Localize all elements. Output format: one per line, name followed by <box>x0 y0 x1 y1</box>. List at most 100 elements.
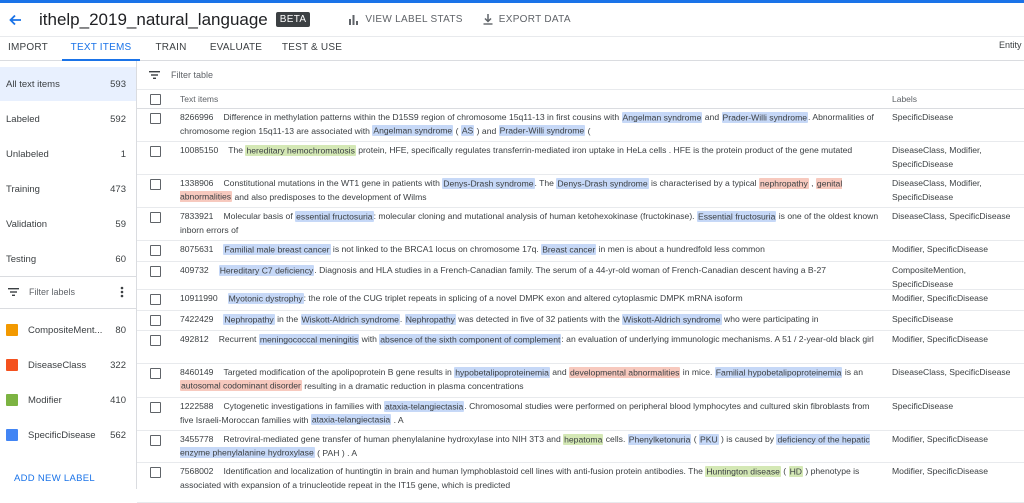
tab-train[interactable]: TRAIN <box>146 37 196 61</box>
filter-all-text-items[interactable]: All text items 593 <box>0 67 136 101</box>
entity-annotation[interactable]: Angelman syndrome <box>372 125 454 136</box>
filter-unlabeled[interactable]: Unlabeled 1 <box>0 137 136 171</box>
table-row[interactable]: 8460149 Targeted modification of the apol… <box>137 364 1024 398</box>
row-labels: Modifier, SpecificDisease <box>892 293 989 303</box>
entity-annotation[interactable]: Huntington disease <box>705 465 781 477</box>
row-checkbox[interactable] <box>150 435 161 446</box>
entity-annotation[interactable]: Denys-Drash syndrome <box>442 177 535 189</box>
tab-test-and-use[interactable]: TEST & USE <box>278 37 346 61</box>
entity-annotation[interactable]: Familial hypobetalipoproteinemia <box>714 366 843 378</box>
row-checkbox[interactable] <box>150 368 161 379</box>
entity-annotation[interactable]: Familial male breast cancer <box>223 243 331 255</box>
label-item-specificdisease[interactable]: SpecificDisease 562 <box>0 418 136 452</box>
text-segment: ( <box>453 125 461 136</box>
filter-labeled[interactable]: Labeled 592 <box>0 102 136 136</box>
tab-import[interactable]: IMPORT <box>0 37 56 61</box>
filter-testing[interactable]: Testing 60 <box>0 242 136 276</box>
entity-annotation[interactable]: hereditary hemochromatosis <box>245 144 356 156</box>
table-row[interactable]: 3455778 Retroviral-mediated gene transfer… <box>137 431 1024 463</box>
filter-labels-bar[interactable]: Filter labels <box>0 277 136 307</box>
entity-annotation[interactable]: Denys-Drash syndrome <box>556 177 649 189</box>
label-name: CompositeMent... <box>28 324 103 336</box>
text-segment: . A <box>391 414 404 425</box>
entity-annotation[interactable]: Wiskott-Aldrich syndrome <box>622 313 722 325</box>
entity-annotation[interactable]: nephropathy <box>758 177 809 189</box>
entity-annotation[interactable]: developmental abnormalities <box>569 366 681 378</box>
export-data-button[interactable]: EXPORT DATA <box>483 14 571 25</box>
table-row[interactable]: 409732 Hereditary C7 deficiency. Diagnosi… <box>137 262 1024 290</box>
entity-annotation[interactable]: hepatoma <box>563 433 604 445</box>
row-labels: DiseaseClass, SpecificDisease <box>892 211 1011 221</box>
row-checkbox[interactable] <box>150 315 161 326</box>
entity-annotation[interactable]: Phenylketonuria <box>627 433 692 445</box>
more-vert-icon[interactable] <box>120 286 124 298</box>
row-checkbox[interactable] <box>150 212 161 223</box>
entity-annotation[interactable]: Breast cancer <box>541 243 597 255</box>
label-item-modifier[interactable]: Modifier 410 <box>0 383 136 417</box>
column-header-labels: Labels <box>892 94 918 104</box>
row-checkbox[interactable] <box>150 294 161 305</box>
entity-annotation[interactable]: hypobetalipoproteinemia <box>454 366 550 378</box>
text-segment: who were participating in <box>721 314 819 324</box>
entity-annotation[interactable]: Nephropathy <box>404 313 456 325</box>
back-arrow-icon[interactable] <box>8 13 22 27</box>
entity-annotation[interactable]: meningococcal meningitis <box>258 333 360 345</box>
table-row[interactable]: 8075631 Familial male breast cancer is no… <box>137 241 1024 262</box>
row-checkbox[interactable] <box>150 266 161 277</box>
table-row[interactable]: 7568002 Identification and localization o… <box>137 463 1024 503</box>
row-checkbox[interactable] <box>150 146 161 157</box>
text-segment: was detected in five of 32 patients with… <box>455 314 623 324</box>
filter-table-placeholder: Filter table <box>171 70 214 80</box>
table-row[interactable]: 7833921 Molecular basis of essential fruc… <box>137 208 1024 241</box>
row-checkbox[interactable] <box>150 467 161 478</box>
view-label-stats-button[interactable]: VIEW LABEL STATS <box>348 14 462 25</box>
add-new-label-button[interactable]: ADD NEW LABEL <box>14 473 95 484</box>
label-item-compositemention[interactable]: CompositeMent... 80 <box>0 313 136 347</box>
text-segment: . <box>399 314 405 324</box>
table-row[interactable]: 10911990 Myotonic dystrophy: the role of … <box>137 290 1024 311</box>
label-color-swatch <box>6 429 18 441</box>
row-checkbox[interactable] <box>150 179 161 190</box>
entity-annotation[interactable]: Nephropathy <box>223 313 275 325</box>
filter-training[interactable]: Training 473 <box>0 172 136 206</box>
filter-icon <box>149 71 160 79</box>
filter-count: 593 <box>110 78 126 90</box>
entity-annotation[interactable]: ataxia-telangiectasia <box>310 414 392 425</box>
entity-annotation[interactable]: Angelman syndrome <box>621 111 703 123</box>
row-checkbox[interactable] <box>150 335 161 346</box>
filter-table-bar[interactable]: Filter table <box>137 61 1024 89</box>
table-row[interactable]: 1338906 Constitutional mutations in the W… <box>137 175 1024 208</box>
filter-validation[interactable]: Validation 59 <box>0 207 136 241</box>
entity-annotation[interactable]: absence of the sixth component of comple… <box>379 333 562 345</box>
text-item-id: 7833921 <box>180 211 214 221</box>
label-item-diseaseclass[interactable]: DiseaseClass 322 <box>0 348 136 382</box>
entity-annotation[interactable]: AS <box>460 125 475 136</box>
entity-annotation[interactable]: Prader-Willi syndrome <box>498 125 586 136</box>
row-checkbox[interactable] <box>150 402 161 413</box>
entity-annotation[interactable]: HD <box>788 465 803 477</box>
entity-annotation[interactable]: autosomal codominant disorder <box>180 380 302 391</box>
row-labels: Modifier, SpecificDisease <box>892 466 989 476</box>
entity-annotation[interactable]: Myotonic dystrophy <box>227 292 304 304</box>
table-row[interactable]: 8266996 Difference in methylation pattern… <box>137 109 1024 142</box>
row-checkbox[interactable] <box>150 245 161 256</box>
entity-annotation[interactable]: Essential fructosuria <box>696 210 777 222</box>
sidebar-divider <box>0 308 136 309</box>
table-row[interactable]: 1222588 Cytogenetic investigations in fam… <box>137 398 1024 431</box>
entity-annotation[interactable]: PKU <box>699 433 719 445</box>
select-all-checkbox[interactable] <box>150 94 161 105</box>
row-labels: SpecificDisease <box>892 314 954 324</box>
table-row[interactable]: 7422429 Nephropathy in the Wiskott-Aldric… <box>137 311 1024 331</box>
tab-evaluate[interactable]: EVALUATE <box>204 37 268 61</box>
entity-annotation[interactable]: ataxia-telangiectasia <box>383 400 465 412</box>
entity-annotation[interactable]: essential fructosuria <box>295 210 374 222</box>
entity-annotation[interactable]: Prader-Willi syndrome <box>721 111 809 123</box>
table-row[interactable]: 10085150 The hereditary hemochromatosis p… <box>137 142 1024 175</box>
entity-annotation[interactable]: Wiskott-Aldrich syndrome <box>300 313 400 325</box>
text-segment: ) is caused by <box>718 434 777 444</box>
row-checkbox[interactable] <box>150 113 161 124</box>
tab-text-items[interactable]: TEXT ITEMS <box>62 37 140 61</box>
text-segment: ( <box>780 466 789 476</box>
entity-annotation[interactable]: Hereditary C7 deficiency <box>218 264 315 276</box>
table-row[interactable]: 492812 Recurrent meningococcal meningitis… <box>137 331 1024 364</box>
